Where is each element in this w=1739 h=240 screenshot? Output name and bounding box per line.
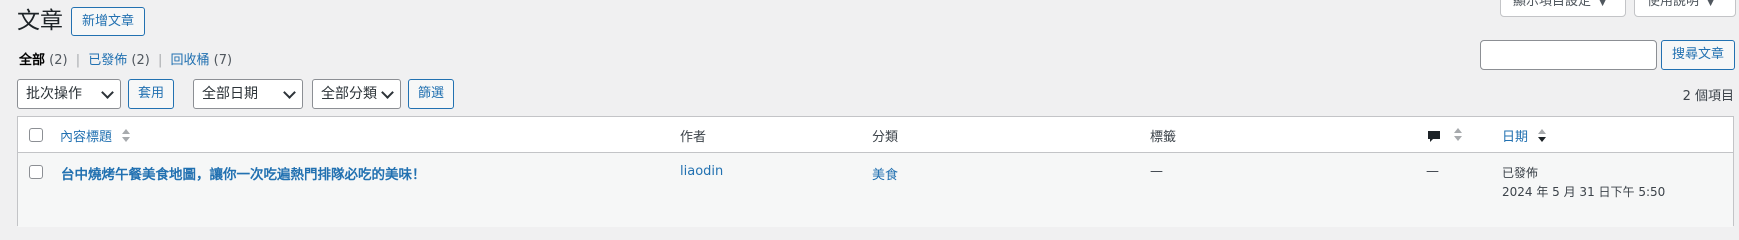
caret-down-icon: ▼ [1599, 0, 1607, 8]
help-label: 使用說明 [1647, 0, 1700, 9]
caret-down-icon: ▼ [1707, 0, 1715, 8]
posts-table: 內容標題 作者 分類 標籤 日期 台中燒烤午餐美食地圖，讓你一次吃遍熱門排隊必吃… [17, 116, 1734, 227]
comment-bubble-icon [1428, 130, 1440, 142]
post-category-link[interactable]: 美食 [872, 164, 898, 183]
table-header: 內容標題 作者 分類 標籤 日期 [18, 117, 1733, 153]
post-date: 2024 年 5 月 31 日下午 5:50 [1502, 185, 1666, 199]
column-comments-header[interactable] [1426, 126, 1463, 145]
add-new-post-button[interactable]: 新增文章 [71, 7, 145, 36]
filter-trash[interactable]: 回收桶 [171, 53, 210, 68]
date-filter-select[interactable]: 全部日期 [193, 79, 303, 109]
table-row: 台中燒烤午餐美食地圖，讓你一次吃遍熱門排隊必吃的美味！ liaodin 美食 —… [18, 153, 1733, 227]
column-title-header[interactable]: 內容標題 [60, 126, 131, 145]
category-filter-select[interactable]: 全部分類 [312, 79, 401, 109]
page-title: 文章 [17, 8, 63, 34]
chevron-down-icon [101, 86, 114, 99]
search-posts-button[interactable]: 搜尋文章 [1661, 40, 1735, 70]
search-input[interactable] [1480, 40, 1657, 70]
row-checkbox[interactable] [29, 165, 43, 179]
filter-button[interactable]: 篩選 [408, 79, 454, 109]
bulk-action-select[interactable]: 批次操作 [17, 79, 121, 109]
column-categories-header: 分類 [872, 130, 899, 145]
sort-icon [1454, 128, 1463, 142]
select-all-checkbox[interactable] [29, 128, 43, 142]
filter-published-count: (2) [131, 53, 150, 68]
sort-icon [122, 129, 131, 143]
chevron-down-icon [283, 86, 296, 99]
post-status: 已發佈 [1502, 166, 1539, 180]
sort-desc-icon [1538, 129, 1547, 143]
column-tags-header: 標籤 [1150, 130, 1177, 145]
post-comments: — [1426, 164, 1439, 179]
filter-all-count: (2) [49, 53, 68, 68]
separator: | [75, 53, 81, 68]
post-tags: — [1150, 164, 1163, 179]
chevron-down-icon [381, 86, 394, 99]
column-date-header[interactable]: 日期 [1502, 126, 1547, 145]
separator: | [157, 53, 163, 68]
screen-options-button[interactable]: 顯示項目設定 ▼ [1500, 0, 1626, 17]
post-author-link[interactable]: liaodin [680, 164, 723, 179]
filter-trash-count: (7) [213, 53, 233, 68]
filter-published[interactable]: 已發佈 [88, 53, 127, 68]
post-title-link[interactable]: 台中燒烤午餐美食地圖，讓你一次吃遍熱門排隊必吃的美味！ [61, 163, 426, 183]
filter-all[interactable]: 全部 [19, 53, 45, 68]
apply-button[interactable]: 套用 [128, 79, 174, 109]
help-button[interactable]: 使用說明 ▼ [1634, 0, 1736, 17]
column-author-header: 作者 [680, 130, 707, 145]
status-filters: 全部 (2) | 已發佈 (2) | 回收桶 (7) [19, 52, 232, 70]
screen-options-label: 顯示項目設定 [1513, 0, 1592, 9]
items-count: 2 個項目 [1682, 89, 1734, 104]
